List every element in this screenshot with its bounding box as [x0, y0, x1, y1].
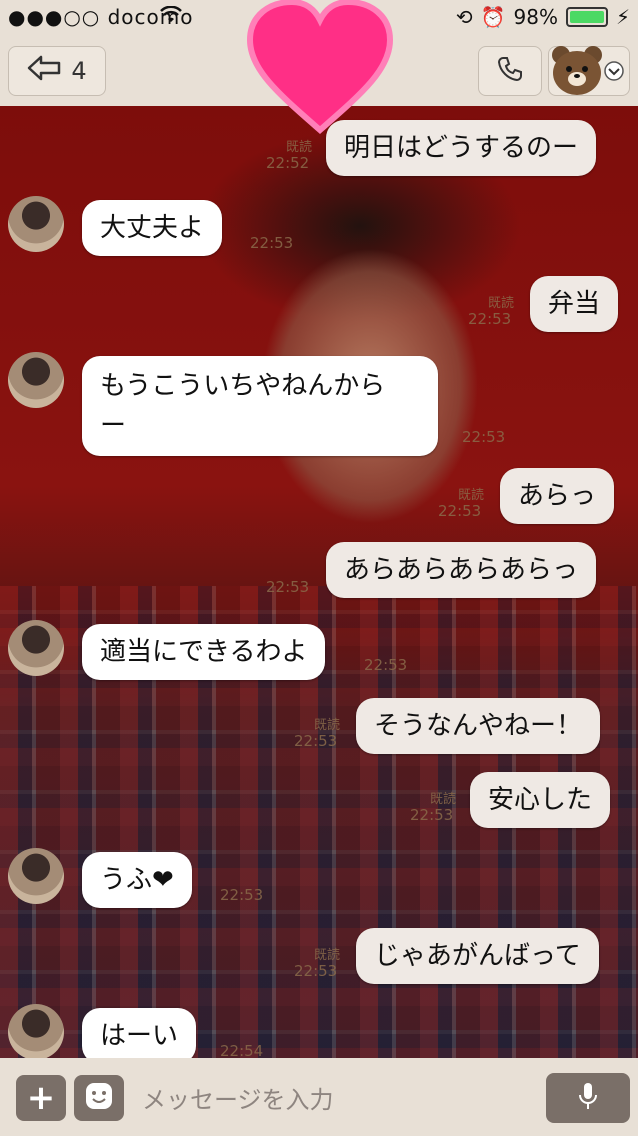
- message-time: 22:53: [462, 428, 506, 446]
- message-time: 22:53: [438, 502, 482, 520]
- voice-button[interactable]: [546, 1073, 630, 1123]
- heart-sticker: [240, 0, 400, 140]
- sent-message-bubble[interactable]: 安心した: [470, 772, 611, 828]
- friend-avatar[interactable]: [8, 352, 64, 408]
- read-receipt: 既読: [430, 792, 457, 807]
- sent-message-bubble[interactable]: あらあらあらあらっ: [326, 542, 597, 598]
- back-arrow-icon: [27, 55, 61, 87]
- rotation-lock-icon: ⟲: [455, 5, 473, 29]
- microphone-icon: [576, 1081, 600, 1115]
- battery-percent: 98%: [513, 5, 558, 29]
- message-line: ー: [100, 411, 127, 441]
- wifi-icon: [160, 5, 182, 29]
- back-button[interactable]: 4: [8, 46, 106, 96]
- sent-message-bubble[interactable]: そうなんやねー！: [356, 698, 601, 754]
- received-message-bubble[interactable]: はーい: [82, 1008, 197, 1064]
- read-receipt: 既読: [314, 948, 341, 963]
- received-message-bubble[interactable]: 適当にできるわよ: [82, 624, 326, 680]
- message-time: 22:53: [266, 578, 310, 596]
- friend-avatar[interactable]: [8, 848, 64, 904]
- received-message-bubble[interactable]: 大丈夫よ: [82, 200, 223, 256]
- charging-icon: ⚡: [615, 5, 630, 29]
- battery-icon: [565, 7, 608, 27]
- message-input-bar: + メッセージを入力: [0, 1058, 638, 1136]
- sent-message-bubble[interactable]: じゃあがんばって: [356, 928, 599, 984]
- message-line: もうこういちやねんから: [100, 371, 386, 401]
- brown-bear-icon: [549, 41, 605, 103]
- menu-button[interactable]: [548, 46, 630, 96]
- message-time: 22:53: [410, 806, 454, 824]
- message-time: 22:53: [294, 732, 338, 750]
- read-receipt: 既読: [458, 488, 485, 503]
- plus-icon: +: [26, 1078, 56, 1118]
- read-receipt: 既読: [488, 296, 515, 311]
- phone-icon: [496, 55, 524, 87]
- message-time: 22:53: [468, 310, 512, 328]
- friend-avatar[interactable]: [8, 1004, 64, 1060]
- chevron-down-icon: [603, 61, 625, 85]
- read-receipt: 既読: [314, 718, 341, 733]
- add-button[interactable]: +: [16, 1075, 66, 1121]
- message-time: 22:53: [364, 656, 408, 674]
- sent-message-bubble[interactable]: あらっ: [500, 468, 615, 524]
- smiley-icon: [84, 1081, 114, 1115]
- received-message-bubble[interactable]: うふ❤: [82, 852, 192, 908]
- sticker-button[interactable]: [74, 1075, 124, 1121]
- friend-avatar[interactable]: [8, 196, 64, 252]
- friend-avatar[interactable]: [8, 620, 64, 676]
- sent-message-bubble[interactable]: 弁当: [530, 276, 619, 332]
- message-time: 22:53: [220, 886, 264, 904]
- message-time: 22:52: [266, 154, 310, 172]
- message-time: 22:53: [250, 234, 294, 252]
- received-message-bubble[interactable]: もうこういちやねんから ー: [82, 356, 438, 456]
- call-button[interactable]: [478, 46, 542, 96]
- message-time: 22:53: [294, 962, 338, 980]
- message-input[interactable]: メッセージを入力: [142, 1080, 334, 1115]
- alarm-icon: ⏰: [480, 5, 506, 29]
- unread-count: 4: [71, 57, 87, 85]
